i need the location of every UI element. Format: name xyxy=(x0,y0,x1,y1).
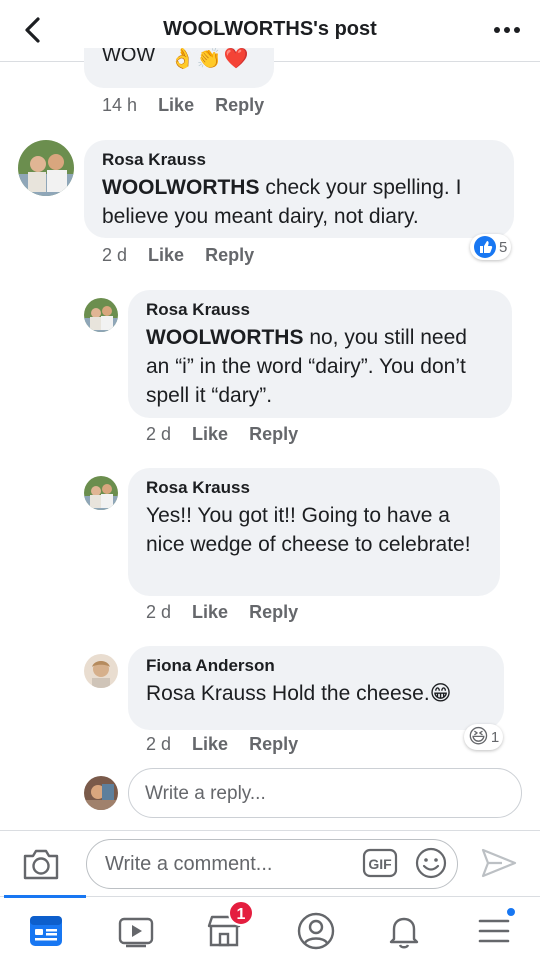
comment-text: Yes!! You got it!! Going to have a nice … xyxy=(146,504,471,556)
avatar[interactable] xyxy=(84,654,118,688)
bell-icon xyxy=(389,917,419,949)
camera-button[interactable] xyxy=(22,847,60,881)
like-button[interactable]: Like xyxy=(158,95,194,115)
reaction-summary[interactable]: 5 xyxy=(470,234,512,260)
tab-news-feed[interactable] xyxy=(26,911,66,951)
comment-author[interactable]: Rosa Krauss xyxy=(146,300,494,320)
comment-meta: 2 d Like Reply xyxy=(146,734,314,755)
like-button[interactable]: Like xyxy=(192,734,228,754)
send-icon xyxy=(481,848,517,878)
profile-icon xyxy=(297,912,335,950)
more-dots-icon xyxy=(494,27,520,33)
comment-text: WOOLWORTHS no, you still need an “i” in … xyxy=(146,323,494,410)
comment-author[interactable]: Rosa Krauss xyxy=(102,150,496,170)
comment-text: Rosa Krauss Hold the cheese.😁 xyxy=(146,682,452,705)
like-reaction-icon xyxy=(474,236,496,258)
emoji-button[interactable] xyxy=(414,846,448,885)
comment-time: 2 d xyxy=(146,734,172,754)
smiley-icon xyxy=(415,847,447,879)
like-button[interactable]: Like xyxy=(192,424,228,444)
reply-input[interactable]: Write a reply... xyxy=(128,768,522,818)
partial-comment-text: WOW xyxy=(102,48,156,66)
reaction-summary[interactable]: 😆 1 xyxy=(464,724,504,750)
active-tab-indicator xyxy=(4,895,86,898)
comment-author[interactable]: Rosa Krauss xyxy=(146,478,482,498)
watch-video-icon xyxy=(118,917,154,948)
news-feed-icon xyxy=(30,916,62,946)
gif-icon: GIF xyxy=(362,848,398,878)
avatar[interactable] xyxy=(18,140,74,196)
tab-notifications[interactable] xyxy=(384,911,424,951)
comment-bubble: Rosa Krauss Yes!! You got it!! Going to … xyxy=(128,468,500,596)
partial-comment-bubble: WOW 👌👏❤️ xyxy=(84,48,274,88)
more-options-button[interactable] xyxy=(492,16,522,44)
mention-link[interactable]: WOOLWORTHS xyxy=(146,326,303,349)
comment-text: WOOLWORTHS check your spelling. I believ… xyxy=(102,173,496,231)
send-button[interactable] xyxy=(480,846,518,885)
mention-link[interactable]: WOOLWORTHS xyxy=(102,176,259,199)
camera-icon xyxy=(23,849,59,880)
reaction-count: 5 xyxy=(499,238,508,256)
comment-meta: 2 d Like Reply xyxy=(146,602,314,623)
reply-button[interactable]: Reply xyxy=(249,734,298,754)
comment-input[interactable]: Write a comment... xyxy=(86,839,458,889)
comment-meta: 14 h Like Reply xyxy=(102,95,280,116)
bottom-navigation xyxy=(0,895,540,960)
avatar[interactable] xyxy=(84,298,118,332)
avatar xyxy=(84,776,118,810)
menu-notification-dot xyxy=(505,906,517,918)
like-button[interactable]: Like xyxy=(192,602,228,622)
haha-reaction-icon: 😆 xyxy=(468,726,489,748)
reaction-count: 1 xyxy=(490,728,500,746)
gif-button[interactable]: GIF xyxy=(362,846,398,885)
tab-watch[interactable] xyxy=(116,911,156,951)
tab-profile[interactable] xyxy=(296,911,336,951)
page-title: WOOLWORTHS's post xyxy=(163,18,377,40)
gif-label: GIF xyxy=(368,856,392,872)
comment-bubble: Rosa Krauss WOOLWORTHS check your spelli… xyxy=(84,140,514,238)
notification-badge: 1 xyxy=(228,900,254,926)
comment-time: 14 h xyxy=(102,95,138,115)
comment-bubble: Fiona Anderson Rosa Krauss Hold the chee… xyxy=(128,646,504,730)
reply-button[interactable]: Reply xyxy=(215,95,264,115)
comment-time: 2 d xyxy=(102,245,128,265)
reply-button[interactable]: Reply xyxy=(249,424,298,444)
reply-button[interactable]: Reply xyxy=(249,602,298,622)
comment-bubble: Rosa Krauss WOOLWORTHS no, you still nee… xyxy=(128,290,512,418)
comment-meta: 2 d Like Reply xyxy=(102,245,270,266)
comment-author[interactable]: Fiona Anderson xyxy=(146,656,486,676)
like-button[interactable]: Like xyxy=(148,245,184,265)
comment-time: 2 d xyxy=(146,602,172,622)
comment-composer: Write a comment... xyxy=(0,830,540,896)
avatar[interactable] xyxy=(84,476,118,510)
partial-comment-emojis: 👌👏❤️ xyxy=(170,48,251,70)
reply-button[interactable]: Reply xyxy=(205,245,254,265)
comment-meta: 2 d Like Reply xyxy=(146,424,314,445)
comment-time: 2 d xyxy=(146,424,172,444)
